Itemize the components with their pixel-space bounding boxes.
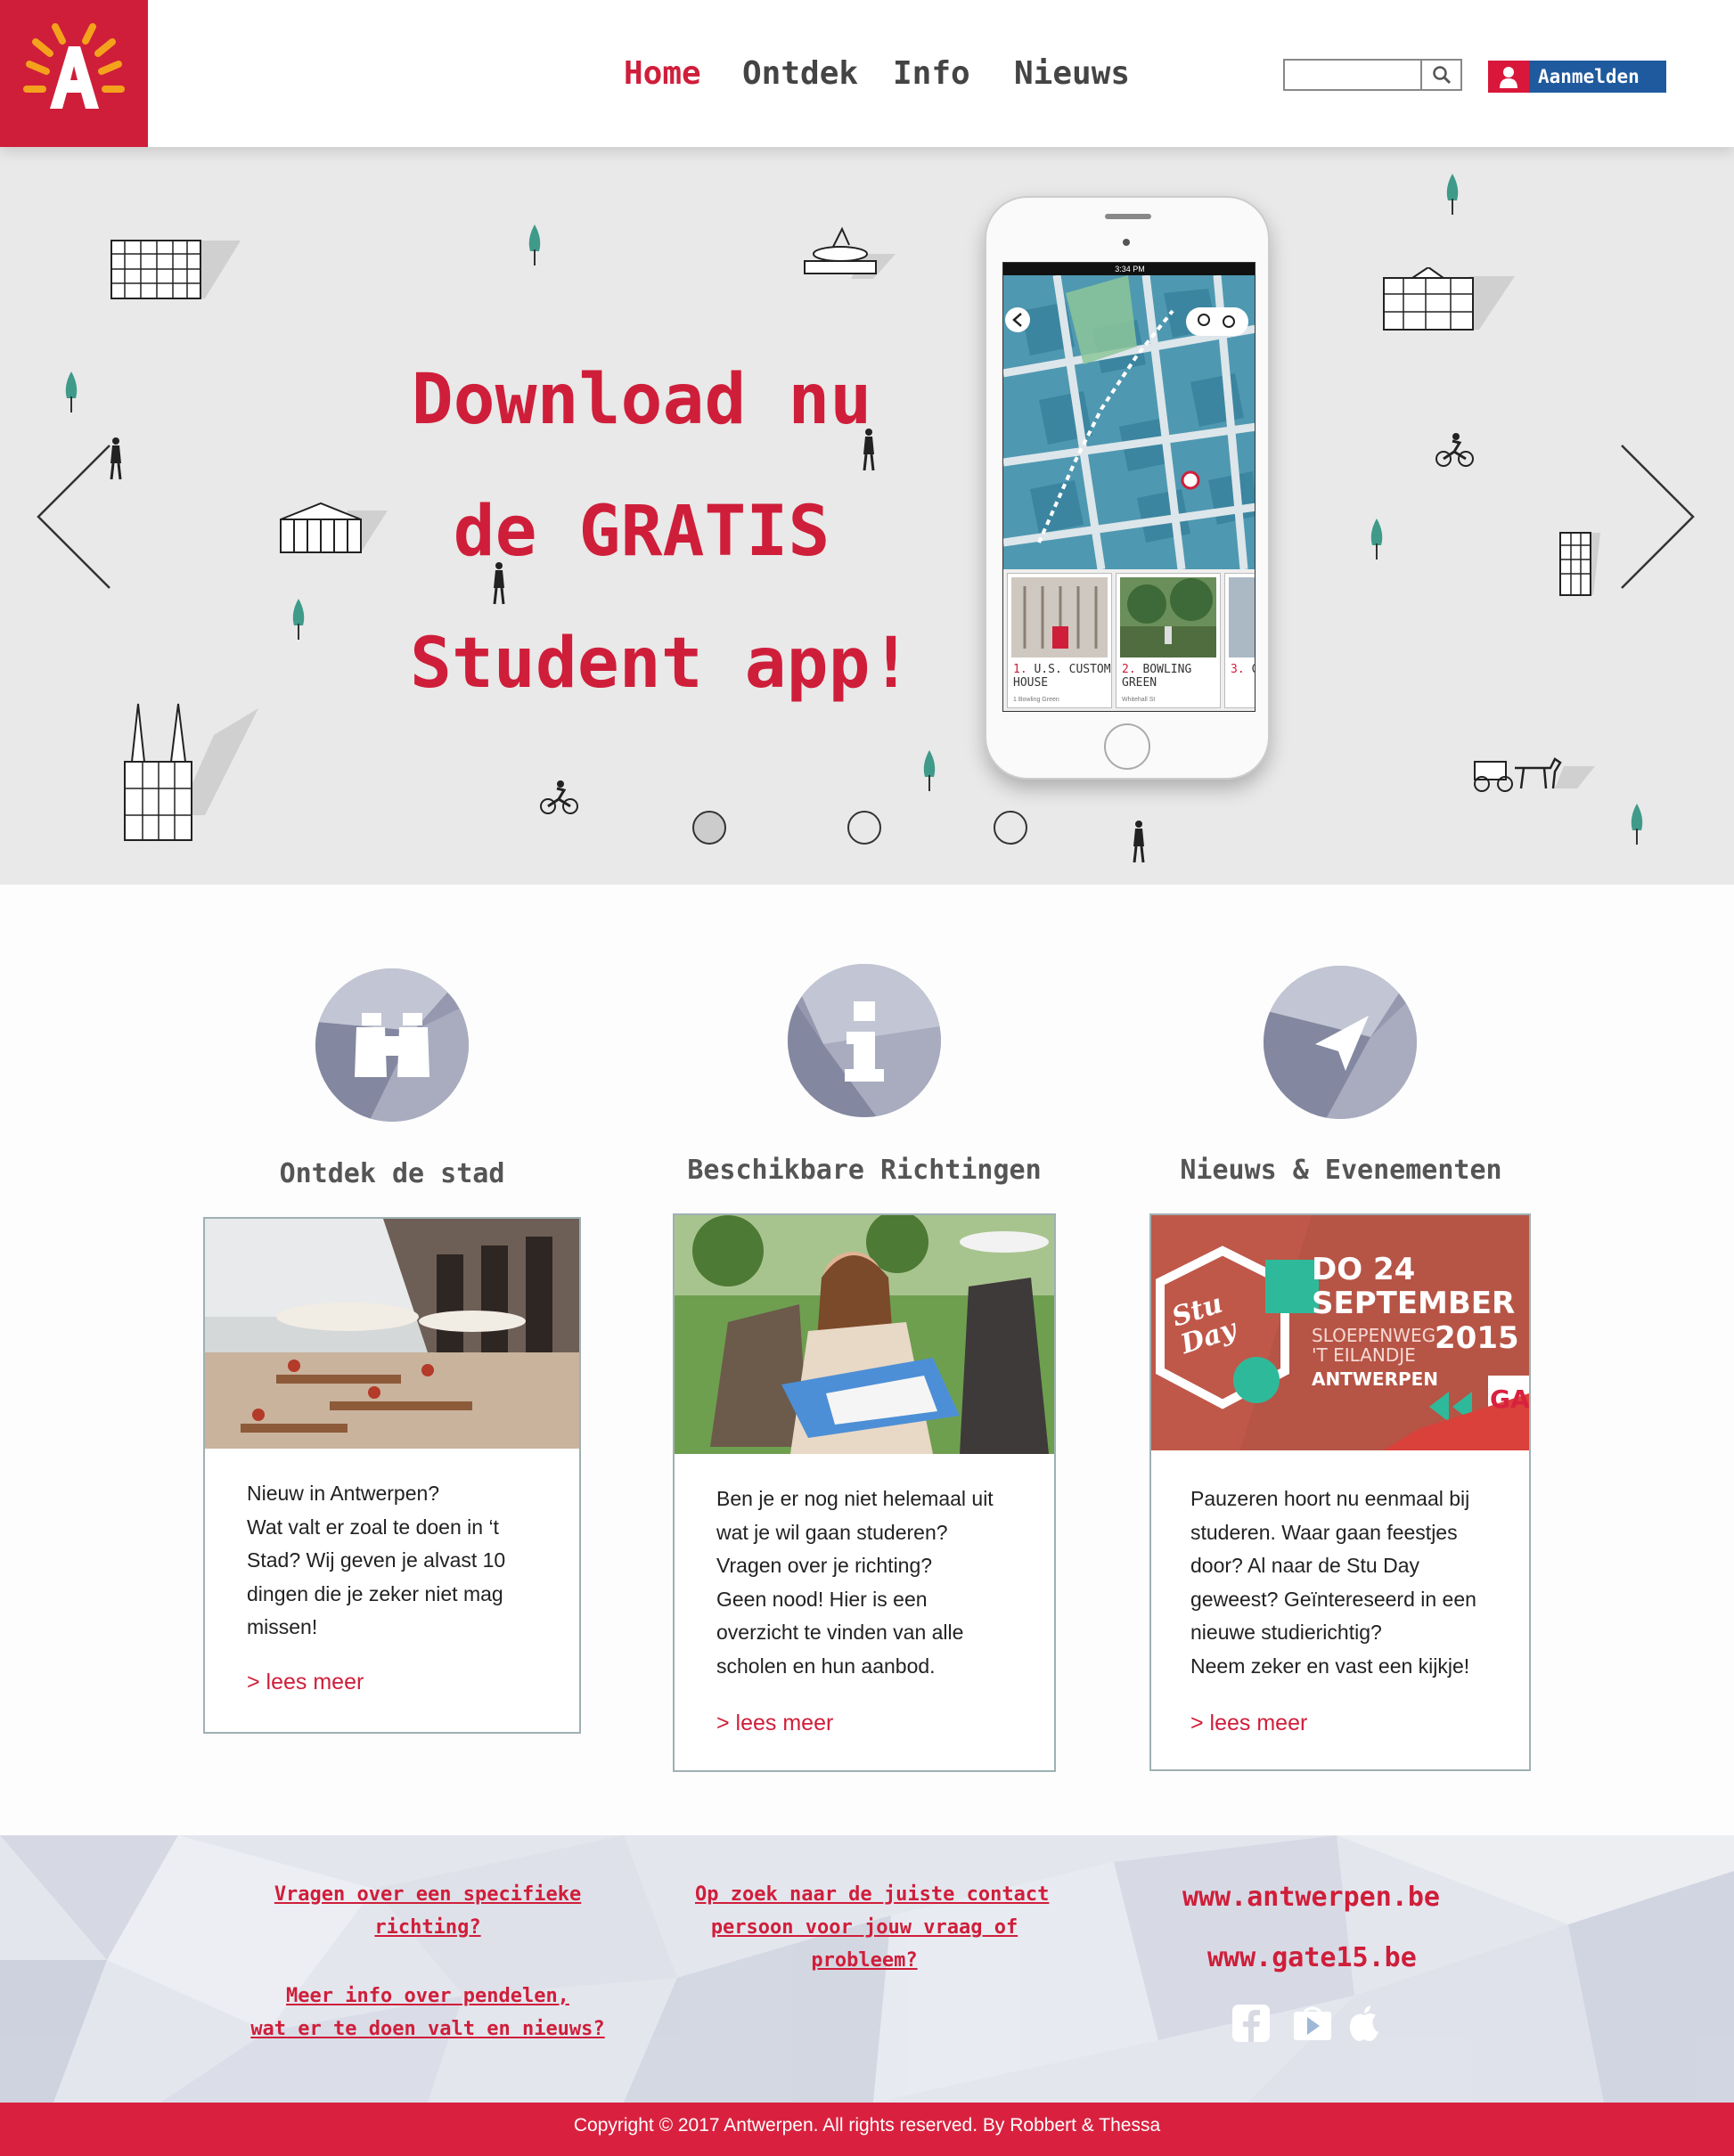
custom-house-photo xyxy=(1011,577,1108,657)
phone-card-sub: Whitehall St xyxy=(1122,697,1156,703)
apple-icon[interactable] xyxy=(1347,2005,1381,2042)
cyclist-icon xyxy=(540,780,578,814)
copyright-bar: Copyright © 2017 Antwerpen. All rights r… xyxy=(0,2103,1734,2156)
card-text: Nieuw in Antwerpen? Wat valt er zoal te … xyxy=(247,1482,506,1638)
theatre-icon xyxy=(280,502,388,553)
phone-card[interactable]: 2. BOWLING GREEN Whitehall St xyxy=(1116,573,1221,708)
site-header: Home Ontdek Info Nieuws Aanmelden xyxy=(0,0,1734,147)
phone-camera xyxy=(1123,239,1130,246)
footer-link-commuting-info[interactable]: Meer info over pendelen, wat er te doen v… xyxy=(249,1980,606,2046)
search-icon xyxy=(1433,66,1452,85)
phone-card-label: 2. BOWLING GREEN xyxy=(1122,663,1192,690)
gate15-site-link[interactable]: www.gate15.be xyxy=(1207,1942,1417,1973)
login-label: Aanmelden xyxy=(1538,66,1640,87)
read-more-link[interactable]: > lees meer xyxy=(716,1711,833,1736)
paper-plane-icon xyxy=(1264,966,1417,1119)
phone-home-button xyxy=(1104,723,1150,770)
user-icon-box xyxy=(1488,61,1529,93)
city-map-image xyxy=(1003,275,1255,569)
card-text: Ben je er nog niet helemaal uit wat je w… xyxy=(716,1487,994,1678)
tower-house-icon xyxy=(1559,532,1600,596)
read-more-link[interactable]: > lees meer xyxy=(247,1670,364,1695)
nav-info[interactable]: Info xyxy=(893,55,970,92)
townhall-icon xyxy=(1383,267,1515,331)
studay-poster: Stu Day DO 24 SEPTEMBER SLOEPENWEG 'T EILAN… xyxy=(1151,1215,1529,1450)
poster-place: SLOEPENWEG 'T EILANDJE xyxy=(1312,1325,1436,1366)
logo-a-icon xyxy=(23,23,125,109)
poster-year: 2015 xyxy=(1435,1320,1519,1356)
tree-icon xyxy=(65,372,78,412)
hero-carousel: Download nu de GRATIS Student app! 3:34 … xyxy=(0,147,1734,885)
column-title: Beschikbare Richtingen xyxy=(687,1155,1042,1186)
nav-home[interactable]: Home xyxy=(624,55,701,92)
footer-link-specific-program[interactable]: Vragen over een specifieke richting? xyxy=(267,1878,588,1944)
google-play-icon[interactable] xyxy=(1292,2005,1333,2042)
facebook-icon[interactable] xyxy=(1232,2005,1270,2042)
poster-city: ANTWERPEN xyxy=(1312,1368,1439,1390)
hero-headline-line: de GRATIS xyxy=(453,492,830,572)
binoculars-icon xyxy=(315,968,469,1122)
carousel-dot-2[interactable] xyxy=(847,811,881,845)
search-button[interactable] xyxy=(1420,61,1460,89)
column-title: Nieuws & Evenementen xyxy=(1180,1155,1502,1186)
card-text: Pauzeren hoort nu eenmaal bij studeren. … xyxy=(1190,1487,1476,1678)
carousel-dot-3[interactable] xyxy=(994,811,1027,845)
phone-card[interactable]: 3. C xyxy=(1224,573,1255,708)
nav-ontdek[interactable]: Ontdek xyxy=(742,55,858,92)
phone-card-sub: 1 Bowling Green xyxy=(1013,697,1059,703)
horse-carriage-icon xyxy=(1474,757,1595,792)
phone-speaker xyxy=(1105,214,1151,219)
programs-card: Ben je er nog niet helemaal uit wat je w… xyxy=(673,1213,1056,1772)
bowling-green-photo xyxy=(1120,577,1216,657)
tree-icon xyxy=(528,225,541,265)
monument-icon xyxy=(804,226,896,279)
news-circle[interactable] xyxy=(1264,966,1417,1119)
search-box xyxy=(1283,59,1462,91)
carousel-next-arrow-icon[interactable] xyxy=(1617,441,1697,592)
discover-circle[interactable] xyxy=(315,968,469,1122)
students-park-photo xyxy=(675,1215,1054,1454)
phone-mockup: 3:34 PM 1. U.S. CUSTOM HOUSE 1 Bowling G… xyxy=(985,196,1270,780)
carousel-prev-arrow-icon[interactable] xyxy=(34,441,114,592)
news-card: Stu Day DO 24 SEPTEMBER SLOEPENWEG 'T EILAN… xyxy=(1149,1213,1531,1771)
info-icon xyxy=(788,964,941,1117)
antwerpen-site-link[interactable]: www.antwerpen.be xyxy=(1182,1882,1440,1913)
read-more-link[interactable]: > lees meer xyxy=(1190,1711,1307,1736)
carousel-dot-1[interactable] xyxy=(692,811,726,845)
phone-card[interactable]: 1. U.S. CUSTOM HOUSE 1 Bowling Green xyxy=(1007,573,1112,708)
search-input[interactable] xyxy=(1285,61,1422,89)
cyclist-icon xyxy=(1435,433,1474,467)
hero-headline: Download nu de GRATIS Student app! xyxy=(410,334,912,730)
phone-status-time: 3:34 PM xyxy=(1003,263,1255,275)
footer-link-contact-person[interactable]: Op zoek naar de juiste contact persoon vo… xyxy=(695,1878,1049,1977)
phone-card-label: 1. U.S. CUSTOM HOUSE xyxy=(1013,663,1111,690)
terrace-photo xyxy=(205,1219,579,1449)
user-icon xyxy=(1500,67,1517,88)
building-illustration-icon xyxy=(110,240,241,299)
hero-headline-line: Student app! xyxy=(410,624,912,704)
tree-icon xyxy=(1446,174,1459,215)
place-photo xyxy=(1229,577,1255,657)
login-button[interactable]: Aanmelden xyxy=(1488,61,1666,93)
column-title: Ontdek de stad xyxy=(279,1158,505,1189)
poster-sponsor: GA xyxy=(1490,1384,1529,1414)
nav-nieuws[interactable]: Nieuws xyxy=(1014,55,1130,92)
tree-icon xyxy=(923,750,936,791)
phone-place-cards: 1. U.S. CUSTOM HOUSE 1 Bowling Green 2. … xyxy=(1003,569,1255,711)
carousel-dots xyxy=(0,811,1734,846)
hero-headline-line: Download nu xyxy=(411,360,872,440)
tree-icon xyxy=(292,599,305,640)
antwerpen-logo[interactable] xyxy=(0,0,148,147)
discover-card: Nieuw in Antwerpen? Wat valt er zoal te … xyxy=(203,1217,581,1734)
phone-card-label: 3. C xyxy=(1231,663,1255,676)
phone-screen: 3:34 PM 1. U.S. CUSTOM HOUSE 1 Bowling G… xyxy=(1002,262,1256,712)
tree-icon xyxy=(1370,519,1383,559)
info-circle[interactable] xyxy=(788,964,941,1117)
poster-date: DO 24 SEPTEMBER xyxy=(1312,1252,1516,1321)
